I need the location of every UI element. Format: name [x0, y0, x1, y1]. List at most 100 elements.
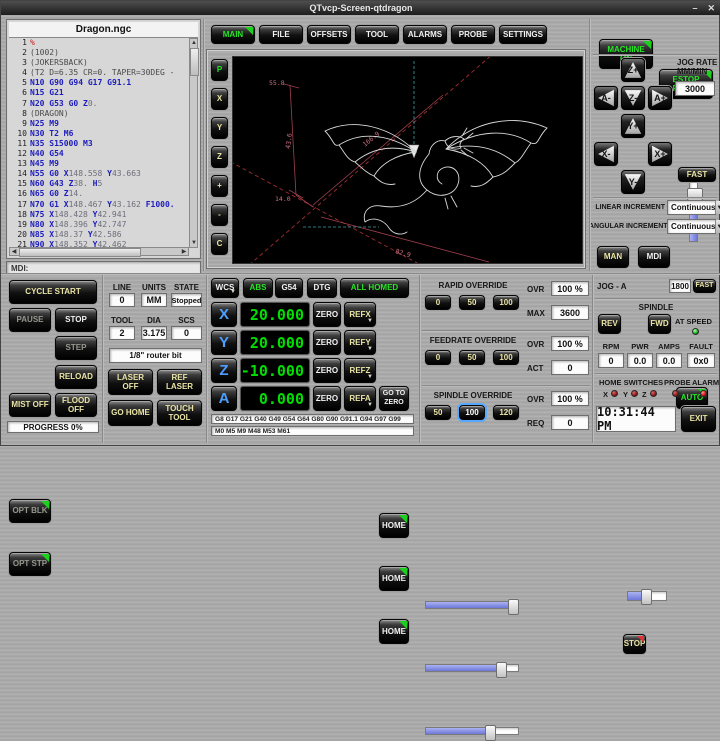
zero-x-button[interactable]: ZERO	[313, 302, 341, 327]
spindle-stop-button[interactable]: STOP	[623, 634, 646, 654]
abs-mode-button[interactable]: ABS	[243, 278, 273, 298]
home-y-button[interactable]: HOME	[379, 566, 409, 591]
touch-tool-button[interactable]: TOUCH TOOL	[157, 400, 202, 426]
rapid-override-slider[interactable]	[425, 601, 519, 609]
gcode-line[interactable]: 2(1002)	[9, 48, 189, 58]
gcode-line[interactable]: 1%	[9, 38, 189, 48]
feed-50-button[interactable]: 50	[459, 350, 485, 365]
zoom-out-button[interactable]: -	[211, 204, 228, 226]
gcode-line[interactable]: 7N20 G53 G0 Z0.	[9, 99, 189, 109]
tab-file[interactable]: FILE	[259, 25, 303, 44]
gcode-line[interactable]: 5N10 G90 G94 G17 G91.1	[9, 78, 189, 88]
jog-z-plus-button[interactable]: Z+	[621, 58, 645, 82]
tab-offsets[interactable]: OFFSETS	[307, 25, 351, 44]
wcs-dropdown-button[interactable]: WCS▼	[211, 278, 239, 298]
feedrate-override-slider[interactable]	[425, 664, 519, 672]
feed-100-button[interactable]: 100	[493, 350, 519, 365]
spindle-50-button[interactable]: 50	[425, 405, 451, 420]
jog-fast-button[interactable]: FAST	[678, 167, 716, 182]
jog-x-plus-button[interactable]: X+	[648, 142, 672, 166]
tab-main[interactable]: MAIN	[211, 25, 255, 44]
rapid-100-button[interactable]: 100	[493, 295, 519, 310]
gcode-line[interactable]: 18N75 X148.428 Y42.941	[9, 210, 189, 220]
angular-increment-select[interactable]: Continuous▼	[667, 219, 716, 234]
step-button[interactable]: STEP	[55, 336, 97, 360]
jog-y-minus-button[interactable]: Y-	[621, 170, 645, 194]
jog-a-fast-button[interactable]: FAST	[693, 279, 716, 293]
gcode-line[interactable]: 17N70 G1 X148.467 Y43.162 F1000.	[9, 200, 189, 210]
gcode-hscrollbar[interactable]: ◀ ▶	[9, 247, 189, 256]
jog-a-minus-button[interactable]: A-	[594, 86, 618, 110]
axis-a-button[interactable]: A	[211, 386, 237, 411]
view-y-button[interactable]: Y	[211, 117, 228, 139]
gcode-list[interactable]: 1%2(1002)3(JOKERSBACK)4(T2 D=6.35 CR=0. …	[9, 38, 189, 248]
spindle-override-slider[interactable]	[425, 727, 519, 735]
jog-x-minus-button[interactable]: X-	[594, 142, 618, 166]
spindle-fwd-button[interactable]: FWD	[648, 314, 671, 334]
reload-button[interactable]: RELOAD	[55, 365, 97, 389]
view-x-button[interactable]: X	[211, 88, 228, 110]
toolpath-canvas[interactable]: 55.8 43.6 14.0 166.9 82.9	[232, 56, 583, 264]
flood-button[interactable]: FLOOD OFF	[55, 393, 97, 417]
pause-button[interactable]: PAUSE	[9, 308, 51, 332]
mist-button[interactable]: MIST OFF	[9, 393, 51, 417]
gcode-line[interactable]: 11N35 S15000 M3	[9, 139, 189, 149]
gcode-line[interactable]: 15N60 G43 Z38. H5	[9, 179, 189, 189]
ref-a-button[interactable]: REFA▼	[344, 386, 376, 411]
stop-button[interactable]: STOP	[55, 308, 97, 332]
go-home-button[interactable]: GO HOME	[108, 400, 153, 426]
ref-x-button[interactable]: REFX▼	[344, 302, 376, 327]
home-z-button[interactable]: HOME	[379, 619, 409, 644]
dtg-button[interactable]: DTG	[307, 278, 337, 298]
close-icon[interactable]: ✕	[707, 3, 715, 14]
rapid-0-button[interactable]: 0	[425, 295, 451, 310]
laser-button[interactable]: LASER OFF	[108, 369, 153, 395]
go-to-zero-a-button[interactable]: GO TO ZERO	[379, 386, 409, 411]
jog-rate-value[interactable]: 3000	[675, 81, 715, 96]
gcode-line[interactable]: 3(JOKERSBACK)	[9, 58, 189, 68]
view-perspective-button[interactable]: P	[211, 59, 228, 81]
zero-y-button[interactable]: ZERO	[313, 330, 341, 355]
exit-button[interactable]: EXIT	[681, 406, 716, 432]
zoom-in-button[interactable]: +	[211, 175, 228, 197]
linear-increment-select[interactable]: Continuous▼	[667, 200, 716, 215]
ref-y-button[interactable]: REFY▼	[344, 330, 376, 355]
feed-0-button[interactable]: 0	[425, 350, 451, 365]
gcode-line[interactable]: 14N55 G0 X148.558 Y43.663	[9, 169, 189, 179]
spindle-120-button[interactable]: 120	[493, 405, 519, 420]
minimize-icon[interactable]: –	[692, 3, 697, 13]
spindle-100-button[interactable]: 100	[459, 405, 485, 420]
gcode-line[interactable]: 10N30 T2 M6	[9, 129, 189, 139]
gcode-line[interactable]: 4(T2 D=6.35 CR=0. TAPER=30DEG -	[9, 68, 189, 78]
rapid-50-button[interactable]: 50	[459, 295, 485, 310]
gcode-line[interactable]: 12N40 G54	[9, 149, 189, 159]
zero-a-button[interactable]: ZERO	[313, 386, 341, 411]
jog-z-minus-button[interactable]: Z-	[621, 86, 645, 110]
gcode-line[interactable]: 19N80 X148.396 Y42.747	[9, 220, 189, 230]
gcode-line[interactable]: 13N45 M9	[9, 159, 189, 169]
g54-indicator[interactable]: G54	[275, 278, 303, 298]
gcode-line[interactable]: 9N25 M9	[9, 119, 189, 129]
gcode-line[interactable]: 20N85 X148.37 Y42.586	[9, 230, 189, 240]
optional-stop-button[interactable]: OPT STP	[9, 552, 51, 576]
ref-z-button[interactable]: REFZ▼	[344, 358, 376, 383]
mode-manual-button[interactable]: MAN	[597, 246, 629, 268]
axis-z-button[interactable]: Z	[211, 358, 237, 383]
tab-settings[interactable]: SETTINGS	[499, 25, 547, 44]
tab-probe[interactable]: PROBE	[451, 25, 495, 44]
optional-block-button[interactable]: OPT BLK	[9, 499, 51, 523]
mode-mdi-button[interactable]: MDI	[638, 246, 670, 268]
home-x-button[interactable]: HOME	[379, 513, 409, 538]
zero-z-button[interactable]: ZERO	[313, 358, 341, 383]
tab-alarms[interactable]: ALARMS	[403, 25, 447, 44]
ref-laser-button[interactable]: REF LASER	[157, 369, 202, 395]
spindle-rev-button[interactable]: REV	[598, 314, 621, 334]
axis-x-button[interactable]: X	[211, 302, 237, 327]
view-z-button[interactable]: Z	[211, 146, 228, 168]
gcode-line[interactable]: 8(DRAGON)	[9, 109, 189, 119]
gcode-line[interactable]: 6N15 G21	[9, 88, 189, 98]
jog-a-plus-button[interactable]: A+	[648, 86, 672, 110]
cycle-start-button[interactable]: CYCLE START	[9, 280, 97, 304]
axis-y-button[interactable]: Y	[211, 330, 237, 355]
tab-tool[interactable]: TOOL	[355, 25, 399, 44]
